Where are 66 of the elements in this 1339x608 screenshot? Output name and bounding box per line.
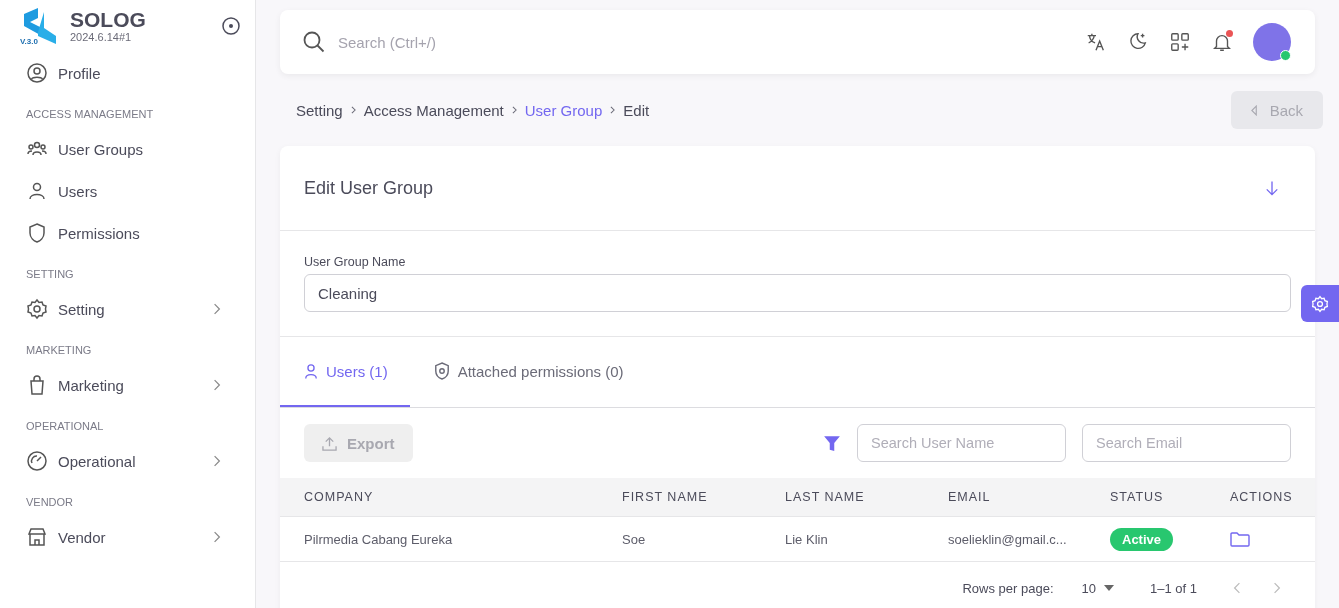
sidebar-item[interactable]: Operational — [14, 440, 239, 482]
table-cell-text: Lie Klin — [785, 531, 829, 547]
section-heading: SETTING — [25, 267, 75, 282]
chevron-right-icon — [350, 106, 356, 114]
shield-icon — [26, 222, 48, 244]
section-heading: ACCESS MANAGEMENT — [25, 107, 155, 122]
section-heading: OPERATIONAL — [25, 419, 105, 434]
caret-down-icon — [1104, 585, 1114, 591]
chevron-right-icon — [610, 106, 616, 114]
filter-icon[interactable] — [823, 434, 841, 452]
table-cell-text: Soe — [622, 531, 647, 547]
brand-name: SOLOG — [70, 9, 147, 31]
sidebar-item[interactable]: Vendor — [14, 516, 239, 558]
card-title: Edit User Group — [304, 177, 434, 199]
table-cell-text: Pilrmedia Cabang Eureka — [304, 531, 454, 547]
sidebar-item[interactable]: Marketing — [14, 364, 239, 406]
folder-icon[interactable] — [1230, 531, 1250, 547]
shield-icon — [433, 362, 450, 380]
column-header: STATUS — [1110, 490, 1165, 504]
user-icon — [26, 180, 48, 202]
section-heading: MARKETING — [25, 343, 93, 358]
search-field[interactable]: Search User Name — [857, 424, 1066, 462]
app-version: 2024.6.14#1 — [70, 31, 133, 43]
column-header: FIRST NAME — [622, 490, 709, 504]
arrow-down-icon[interactable] — [1265, 179, 1279, 197]
store-icon — [26, 526, 48, 548]
apps-add-icon[interactable] — [1169, 31, 1191, 53]
pin-toggle-icon[interactable] — [221, 16, 241, 36]
translate-icon[interactable] — [1085, 31, 1107, 53]
column-header: EMAIL — [948, 490, 992, 504]
search-field[interactable]: Search Email — [1082, 424, 1291, 462]
tab[interactable]: Attached permissions (0) — [409, 337, 646, 407]
sidebar-item[interactable]: Permissions — [14, 212, 239, 254]
gauge-icon — [26, 450, 48, 472]
profile-menu-item[interactable]: Profile — [14, 52, 239, 94]
search-field[interactable]: Search (Ctrl+/) — [336, 32, 1075, 52]
column-header: LAST NAME — [785, 490, 866, 504]
column-header: COMPANY — [304, 490, 375, 504]
sidebar-item[interactable]: Setting — [14, 288, 239, 330]
table-cell-text: soelieklin@gmail.c... — [948, 531, 1068, 547]
rows-per-page-select[interactable]: 10 — [1081, 580, 1114, 596]
gear-icon — [26, 298, 48, 320]
upload-icon — [322, 435, 337, 451]
search-icon — [302, 30, 326, 54]
user-circle-icon — [26, 62, 48, 84]
tab[interactable]: Users (1) — [280, 337, 410, 407]
breadcrumb-link[interactable]: User Group — [524, 101, 603, 119]
breadcrumb-item: Setting — [296, 101, 343, 119]
section-heading: VENDOR — [25, 495, 75, 510]
breadcrumb-item: Access Management — [363, 101, 504, 119]
sidebar-item[interactable]: Users — [14, 170, 239, 212]
settings-icon — [1311, 294, 1329, 313]
field-label: User Group Name — [304, 255, 407, 269]
avatar[interactable] — [1253, 23, 1291, 61]
rows-per-page-label: Rows per page: — [962, 580, 1054, 596]
column-header: ACTIONS — [1230, 490, 1294, 504]
logo-version-label: V.3.0 — [20, 37, 38, 46]
settings-button[interactable] — [1301, 285, 1339, 322]
page-range: 1–1 of 1 — [1150, 580, 1197, 596]
group-name-field[interactable]: Cleaning — [304, 274, 1291, 312]
status-badge: Active — [1110, 527, 1174, 551]
chevron-right-icon — [511, 106, 517, 114]
user-icon — [304, 362, 318, 380]
caret-left-icon — [1250, 104, 1258, 116]
breadcrumb-item: Edit — [623, 101, 650, 119]
sidebar-item[interactable]: User Groups — [14, 128, 239, 170]
